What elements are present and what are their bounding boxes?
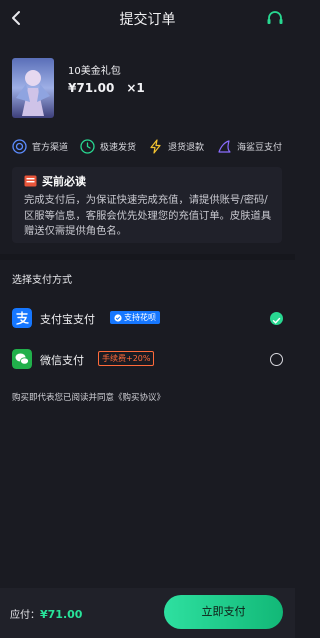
payment-option-alipay[interactable]: 支付宝支付 支持花呗 [0,300,295,336]
top-bar: 提交订单 [0,0,295,36]
product-quantity: ×1 [126,81,145,95]
notice-title: 买前必读 [24,173,86,189]
purchase-notice: 买前必读 完成支付后，为保证快速完成充值，请提供账号/密码/区服等信息，客服会优… [12,167,282,243]
wechat-radio-unselected[interactable] [270,353,283,366]
refund-icon [150,138,161,154]
pay-now-button[interactable]: 立即支付 [164,595,283,629]
product-card: 10美金礼包 ¥71.00 ×1 [0,48,295,128]
product-thumbnail [12,58,54,118]
total-label: 应付： [10,610,40,621]
feature-beans-pay: 海鲨豆支付 [217,136,282,156]
customer-service-icon[interactable] [265,8,285,28]
bottom-pay-bar: 应付：¥71.00 立即支付 [0,588,295,638]
total-value: ¥71.00 [40,608,83,621]
product-name: 10美金礼包 [68,66,121,77]
alipay-radio-selected[interactable] [270,312,283,325]
beans-pay-icon [218,139,231,153]
purchase-agreement-text[interactable]: 购买即代表您已阅读并同意《购买协议》 [12,391,165,403]
alipay-icon [12,308,32,328]
wechat-pay-icon [12,349,32,369]
notice-book-icon [24,175,37,187]
wechat-pay-label: 微信支付 [40,354,84,367]
total-amount: 应付：¥71.00 [10,606,82,621]
service-features: 官方渠道 极速发货 退货退款 海鲨豆支付 [0,136,295,156]
section-divider [0,254,295,260]
payment-section-title: 选择支付方式 [12,275,72,286]
wechat-fee-badge: 手续费+20% [98,351,155,366]
fast-delivery-icon [80,138,95,154]
alipay-label: 支付宝支付 [40,313,95,326]
product-price: ¥71.00 [68,81,115,95]
payment-option-wechat[interactable]: 微信支付 手续费+20% [0,341,295,377]
product-price-line: ¥71.00 ×1 [68,81,145,95]
notice-text: 完成支付后，为保证快速完成充值，请提供账号/密码/区服等信息，客服会优先处理您的… [24,194,272,237]
feature-official-channel: 官方渠道 [12,136,68,156]
page-title: 提交订单 [119,12,176,28]
official-channel-icon [12,138,27,154]
check-circle-icon [114,313,122,322]
feature-refund: 退货退款 [148,136,204,156]
huabei-badge: 支持花呗 [110,311,160,324]
check-icon [272,317,281,324]
feature-fast-delivery: 极速发货 [80,136,136,156]
